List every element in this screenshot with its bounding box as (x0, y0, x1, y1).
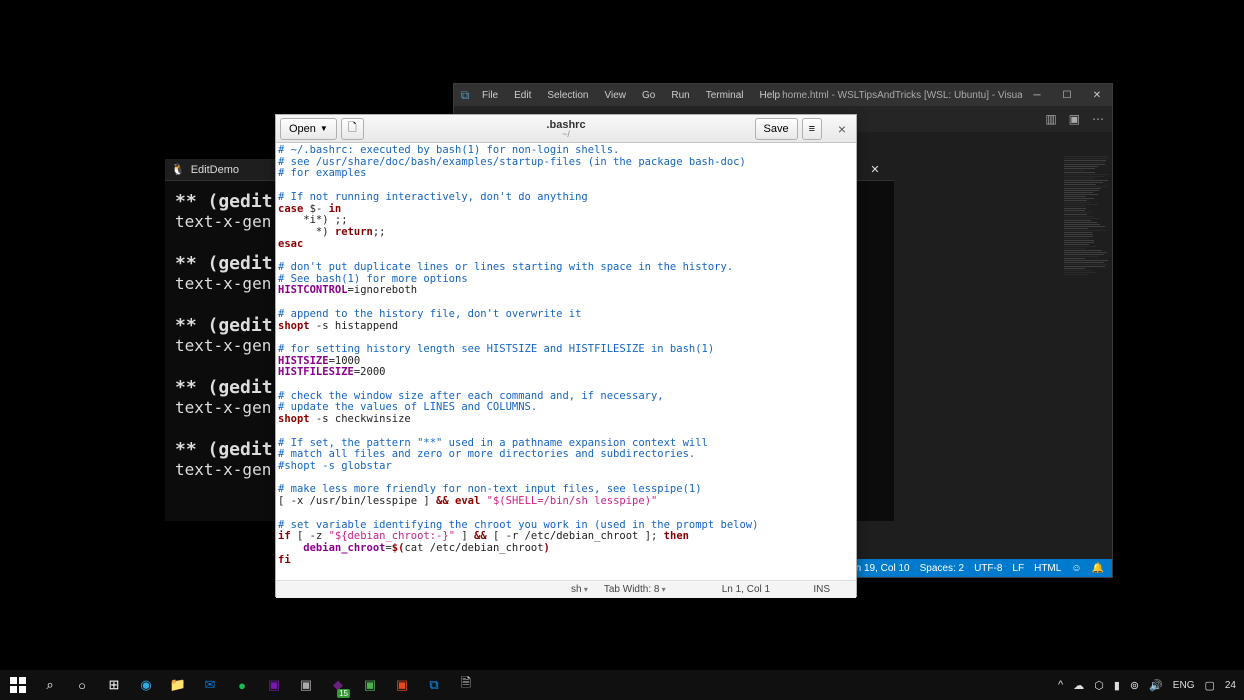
app-icon[interactable]: ▣ (386, 670, 418, 700)
gedit-headerbar[interactable]: Open▼ 🗋 .bashrc ~/ Save ≡ × (276, 115, 856, 143)
onenote-icon[interactable]: ▣ (258, 670, 290, 700)
task-view-icon[interactable]: ⊞ (98, 670, 130, 700)
status-position[interactable]: Ln 19, Col 10 (850, 563, 910, 574)
layout-icon[interactable]: ▣ (1069, 112, 1080, 126)
feedback-icon[interactable]: ☺ (1071, 563, 1081, 574)
gedit-title: .bashrc ~/ (546, 119, 585, 139)
close-icon[interactable]: ✕ (1082, 84, 1112, 106)
windows-taskbar: ⌕ ○ ⊞ ◉ 📁 ✉ ● ▣ ▣ ◆15 ▣ ▣ ⧉ 🗎 ^ ☁ ⬡ ▮ ⊚ … (0, 670, 1244, 700)
open-button[interactable]: Open▼ (280, 118, 337, 140)
vscode-taskbar-icon[interactable]: ⧉ (418, 670, 450, 700)
visual-studio-icon[interactable]: ◆15 (322, 670, 354, 700)
search-icon[interactable]: ⌕ (34, 670, 66, 700)
vscode-minimap[interactable] (1062, 152, 1112, 564)
status-eol[interactable]: LF (1012, 563, 1024, 574)
start-button[interactable] (2, 670, 34, 700)
maximize-icon[interactable]: ☐ (1052, 84, 1082, 106)
status-language[interactable]: sh (563, 584, 596, 595)
menu-view[interactable]: View (603, 88, 629, 103)
menu-edit[interactable]: Edit (512, 88, 533, 103)
menu-terminal[interactable]: Terminal (704, 88, 746, 103)
status-encoding[interactable]: UTF-8 (974, 563, 1002, 574)
gedit-window: Open▼ 🗋 .bashrc ~/ Save ≡ × # ~/.bashrc:… (275, 114, 857, 597)
vscode-logo-icon: ⧉ (454, 88, 476, 103)
menu-selection[interactable]: Selection (545, 88, 590, 103)
outlook-icon[interactable]: ✉ (194, 670, 226, 700)
tray-language[interactable]: ENG (1173, 680, 1195, 691)
menu-file[interactable]: File (480, 88, 500, 103)
cortana-icon[interactable]: ○ (66, 670, 98, 700)
vscode-menu: File Edit Selection View Go Run Terminal… (476, 88, 782, 103)
menu-go[interactable]: Go (640, 88, 657, 103)
tray-date[interactable]: 24 (1225, 680, 1236, 691)
app-icon[interactable]: ▣ (354, 670, 386, 700)
gedit-editor[interactable]: # ~/.bashrc: executed by bash(1) for non… (276, 143, 856, 580)
tray-icon[interactable]: ▮ (1114, 679, 1120, 692)
document-icon: 🗋 (348, 119, 357, 138)
chevron-up-icon[interactable]: ^ (1058, 679, 1063, 691)
vscode-window-title: home.html - WSLTipsAndTricks [WSL: Ubunt… (782, 90, 1022, 101)
terminal-icon[interactable]: ▣ (290, 670, 322, 700)
save-button[interactable]: Save (755, 118, 798, 140)
menu-help[interactable]: Help (758, 88, 783, 103)
onedrive-icon[interactable]: ☁ (1073, 679, 1084, 692)
split-editor-icon[interactable]: ▥ (1045, 112, 1056, 126)
terminal-title-text: EditDemo (191, 164, 239, 176)
minimize-icon[interactable]: ─ (1022, 84, 1052, 106)
gedit-taskbar-icon[interactable]: 🗎 (450, 670, 482, 700)
status-tabwidth[interactable]: Tab Width: 8 (596, 584, 674, 595)
bell-icon[interactable]: 🔔 (1092, 563, 1104, 574)
status-spaces[interactable]: Spaces: 2 (920, 563, 964, 574)
system-tray: ^ ☁ ⬡ ▮ ⊚ 🔊 ENG ▢ 24 (1058, 679, 1242, 692)
status-position: Ln 1, Col 1 (714, 584, 778, 595)
volume-icon[interactable]: 🔊 (1149, 679, 1163, 692)
status-insert-mode[interactable]: INS (805, 584, 838, 595)
gedit-statusbar: sh Tab Width: 8 Ln 1, Col 1 x INS (276, 580, 856, 598)
more-icon[interactable]: ⋯ (1092, 112, 1104, 126)
close-icon[interactable]: × (832, 121, 852, 137)
close-icon[interactable]: ✕ (862, 163, 888, 176)
hamburger-icon: ≡ (809, 123, 815, 135)
spotify-icon[interactable]: ● (226, 670, 258, 700)
tux-icon: 🐧 (171, 163, 185, 176)
file-explorer-icon[interactable]: 📁 (162, 670, 194, 700)
vscode-titlebar[interactable]: ⧉ File Edit Selection View Go Run Termin… (454, 84, 1112, 106)
wifi-icon[interactable]: ⊚ (1130, 679, 1139, 692)
edge-icon[interactable]: ◉ (130, 670, 162, 700)
tray-icon[interactable]: ▢ (1204, 679, 1214, 692)
menu-run[interactable]: Run (669, 88, 691, 103)
tray-icon[interactable]: ⬡ (1094, 679, 1104, 692)
hamburger-menu-button[interactable]: ≡ (802, 118, 822, 140)
chevron-down-icon: ▼ (320, 124, 328, 133)
new-document-button[interactable]: 🗋 (341, 118, 364, 140)
status-language[interactable]: HTML (1034, 563, 1061, 574)
